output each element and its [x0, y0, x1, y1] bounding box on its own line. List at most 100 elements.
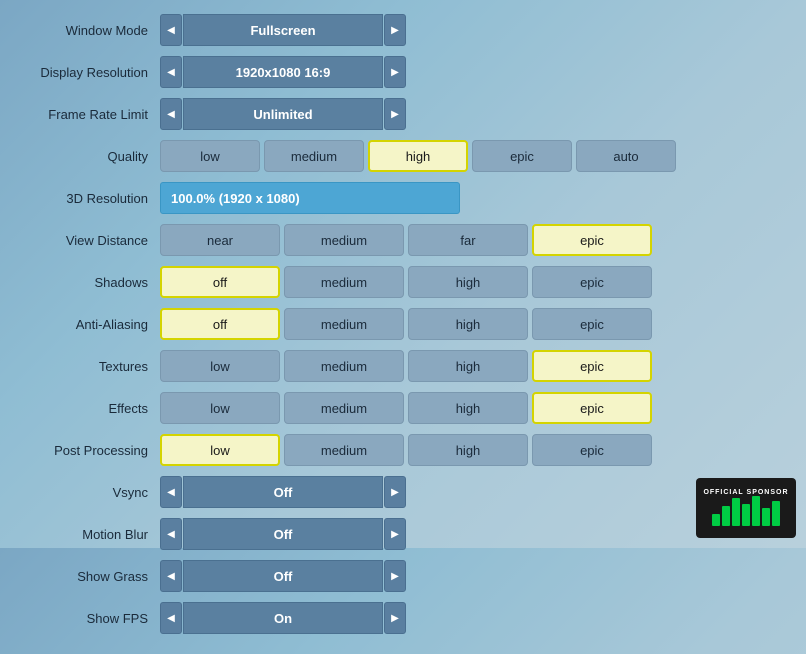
show-grass-prev[interactable]: ◀ [160, 560, 182, 592]
view-distance-epic[interactable]: epic [532, 224, 652, 256]
anti-aliasing-options: off medium high epic [160, 308, 652, 340]
quality-low[interactable]: low [160, 140, 260, 172]
show-fps-next[interactable]: ▶ [384, 602, 406, 634]
view-distance-near[interactable]: near [160, 224, 280, 256]
effects-options: low medium high epic [160, 392, 652, 424]
vsync-next[interactable]: ▶ [384, 476, 406, 508]
3d-resolution-row: 3D Resolution 100.0% (1920 x 1080) [20, 180, 786, 216]
textures-medium[interactable]: medium [284, 350, 404, 382]
frame-rate-next[interactable]: ▶ [384, 98, 406, 130]
sponsor-bar-6 [762, 508, 770, 526]
vsync-value: Off [183, 476, 383, 508]
sponsor-bar-2 [722, 506, 730, 526]
sponsor-bar-3 [732, 498, 740, 526]
shadows-off[interactable]: off [160, 266, 280, 298]
3d-resolution-value: 100.0% (1920 x 1080) [160, 182, 460, 214]
show-fps-value: On [183, 602, 383, 634]
quality-epic[interactable]: epic [472, 140, 572, 172]
effects-low[interactable]: low [160, 392, 280, 424]
post-processing-medium[interactable]: medium [284, 434, 404, 466]
quality-auto[interactable]: auto [576, 140, 676, 172]
view-distance-medium[interactable]: medium [284, 224, 404, 256]
shadows-medium[interactable]: medium [284, 266, 404, 298]
show-fps-label: Show FPS [20, 611, 160, 626]
display-resolution-group: ◀ 1920x1080 16:9 ▶ [160, 56, 406, 88]
motion-blur-prev[interactable]: ◀ [160, 518, 182, 550]
post-processing-low[interactable]: low [160, 434, 280, 466]
anti-aliasing-row: Anti-Aliasing off medium high epic [20, 306, 786, 342]
effects-medium[interactable]: medium [284, 392, 404, 424]
sponsor-badge: OFFICIAL SPONSOR [696, 478, 796, 538]
motion-blur-value: Off [183, 518, 383, 550]
show-fps-row: Show FPS ◀ On ▶ [20, 600, 786, 636]
quality-high[interactable]: high [368, 140, 468, 172]
show-grass-row: Show Grass ◀ Off ▶ [20, 558, 786, 594]
display-resolution-next[interactable]: ▶ [384, 56, 406, 88]
vsync-row: Vsync ◀ Off ▶ [20, 474, 786, 510]
anti-aliasing-off[interactable]: off [160, 308, 280, 340]
post-processing-options: low medium high epic [160, 434, 652, 466]
show-grass-label: Show Grass [20, 569, 160, 584]
vsync-group: ◀ Off ▶ [160, 476, 406, 508]
textures-epic[interactable]: epic [532, 350, 652, 382]
sponsor-text: OFFICIAL SPONSOR [703, 489, 788, 496]
view-distance-row: View Distance near medium far epic [20, 222, 786, 258]
vsync-label: Vsync [20, 485, 160, 500]
shadows-row: Shadows off medium high epic [20, 264, 786, 300]
display-resolution-row: Display Resolution ◀ 1920x1080 16:9 ▶ [20, 54, 786, 90]
motion-blur-group: ◀ Off ▶ [160, 518, 406, 550]
sponsor-chart [710, 498, 782, 528]
anti-aliasing-epic[interactable]: epic [532, 308, 652, 340]
motion-blur-next[interactable]: ▶ [384, 518, 406, 550]
shadows-epic[interactable]: epic [532, 266, 652, 298]
show-fps-prev[interactable]: ◀ [160, 602, 182, 634]
display-resolution-prev[interactable]: ◀ [160, 56, 182, 88]
window-mode-row: Window Mode ◀ Fullscreen ▶ [20, 12, 786, 48]
anti-aliasing-medium[interactable]: medium [284, 308, 404, 340]
motion-blur-row: Motion Blur ◀ Off ▶ [20, 516, 786, 552]
vsync-prev[interactable]: ◀ [160, 476, 182, 508]
display-resolution-label: Display Resolution [20, 65, 160, 80]
post-processing-epic[interactable]: epic [532, 434, 652, 466]
window-mode-prev[interactable]: ◀ [160, 14, 182, 46]
show-grass-value: Off [183, 560, 383, 592]
effects-epic[interactable]: epic [532, 392, 652, 424]
window-mode-group: ◀ Fullscreen ▶ [160, 14, 406, 46]
post-processing-high[interactable]: high [408, 434, 528, 466]
show-grass-group: ◀ Off ▶ [160, 560, 406, 592]
anti-aliasing-label: Anti-Aliasing [20, 317, 160, 332]
post-processing-row: Post Processing low medium high epic [20, 432, 786, 468]
effects-label: Effects [20, 401, 160, 416]
textures-row: Textures low medium high epic [20, 348, 786, 384]
effects-high[interactable]: high [408, 392, 528, 424]
effects-row: Effects low medium high epic [20, 390, 786, 426]
quality-medium[interactable]: medium [264, 140, 364, 172]
frame-rate-prev[interactable]: ◀ [160, 98, 182, 130]
anti-aliasing-high[interactable]: high [408, 308, 528, 340]
display-resolution-value: 1920x1080 16:9 [183, 56, 383, 88]
shadows-high[interactable]: high [408, 266, 528, 298]
settings-panel: Window Mode ◀ Fullscreen ▶ Display Resol… [0, 0, 806, 654]
frame-rate-label: Frame Rate Limit [20, 107, 160, 122]
motion-blur-label: Motion Blur [20, 527, 160, 542]
sponsor-bar-7 [772, 501, 780, 526]
sponsor-bar-1 [712, 514, 720, 526]
sponsor-bar-4 [742, 504, 750, 526]
window-mode-label: Window Mode [20, 23, 160, 38]
quality-options: low medium high epic auto [160, 140, 676, 172]
3d-resolution-label: 3D Resolution [20, 191, 160, 206]
post-processing-label: Post Processing [20, 443, 160, 458]
show-grass-next[interactable]: ▶ [384, 560, 406, 592]
shadows-label: Shadows [20, 275, 160, 290]
textures-high[interactable]: high [408, 350, 528, 382]
textures-low[interactable]: low [160, 350, 280, 382]
sponsor-bar-5 [752, 496, 760, 526]
frame-rate-row: Frame Rate Limit ◀ Unlimited ▶ [20, 96, 786, 132]
frame-rate-value: Unlimited [183, 98, 383, 130]
view-distance-far[interactable]: far [408, 224, 528, 256]
show-fps-group: ◀ On ▶ [160, 602, 406, 634]
window-mode-value: Fullscreen [183, 14, 383, 46]
window-mode-next[interactable]: ▶ [384, 14, 406, 46]
quality-label: Quality [20, 149, 160, 164]
textures-options: low medium high epic [160, 350, 652, 382]
